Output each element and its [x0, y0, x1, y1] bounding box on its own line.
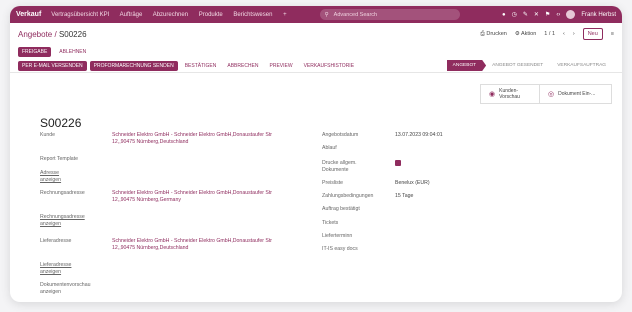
proforma-send-button[interactable]: PROFORMARECHNUNG SENDEN	[89, 60, 178, 71]
status-angebot[interactable]: ANGEBOT	[446, 60, 487, 71]
control-actions: ⎙ Drucken ⚙ Aktion 1 / 1 ‹ › Neu ≡	[480, 28, 614, 40]
new-button[interactable]: Neu	[582, 28, 603, 40]
breadcrumb: Angebote / S00226	[18, 30, 87, 39]
approval-bar: FREIGABE ABLEHNEN	[10, 45, 622, 59]
top-navbar: Verkauf Vertragsübersicht KPI Aufträge A…	[10, 6, 622, 23]
code-icon[interactable]: ‹›	[556, 12, 560, 18]
debug-icon[interactable]: ✕	[534, 11, 539, 18]
user-name[interactable]: Frank Herbst	[581, 12, 616, 18]
confirm-button[interactable]: BESTÄTIGEN	[181, 61, 221, 71]
app-window: Verkauf Vertragsübersicht KPI Aufträge A…	[10, 6, 622, 302]
rechnungsadresse-field[interactable]: Schneider Elektro GmbH - Schneider Elekt…	[112, 190, 292, 204]
status-verkaufsauftrag[interactable]: VERKAUFSAUFTRAG	[551, 60, 614, 71]
main-menu: Vertragsübersicht KPI Aufträge Abzurechn…	[51, 12, 295, 18]
form-sheet: S00226 Kunde Schneider Elektro GmbH - Sc…	[30, 108, 612, 302]
customer-preview-button[interactable]: ◉ Kunden-Vorschau	[481, 85, 539, 103]
auftrag-label: Auftrag bestätigt	[322, 206, 360, 212]
document-label: Dokument Ein-...	[558, 91, 596, 97]
document-button[interactable]: ◎ Dokument Ein-...	[539, 85, 611, 103]
chat-icon[interactable]: ●	[502, 12, 506, 18]
app-brand[interactable]: Verkauf	[16, 11, 41, 18]
ablehnen-button[interactable]: ABLEHNEN	[55, 47, 90, 57]
email-send-button[interactable]: PER E-MAIL VERSENDEN	[18, 60, 87, 71]
angebotsdatum-field[interactable]: 13.07.2023 09:04:01	[395, 132, 443, 139]
report-template-label: Report Template	[40, 156, 78, 162]
lieferterm-label: Lieferterminn	[322, 233, 353, 239]
preisliste-label: Preisliste	[322, 180, 344, 186]
angebotsdatum-label: Angebotsdatum	[322, 132, 359, 138]
search-input[interactable]: Advanced Search	[334, 12, 377, 18]
cancel-button[interactable]: ABBRECHEN	[223, 61, 262, 71]
lieferadresse-label: Lieferadresse	[40, 238, 72, 244]
print-icon: ⎙	[480, 30, 485, 37]
drucke-checkbox[interactable]	[395, 160, 401, 166]
status-bar: ANGEBOT ANGEBOT GESENDET VERKAUFSAUFTRAG	[446, 60, 614, 71]
smart-buttons: ◉ Kunden-Vorschau ◎ Dokument Ein-...	[480, 84, 612, 104]
print-label: Drucken	[486, 30, 507, 37]
itis-label: IT-IS easy docs	[322, 246, 358, 252]
control-panel: Angebote / S00226 ⎙ Drucken ⚙ Aktion 1 /…	[10, 23, 622, 45]
search-icon: ⚲	[324, 11, 329, 18]
action-bar: PER E-MAIL VERSENDEN PROFORMARECHNUNG SE…	[10, 59, 622, 73]
breadcrumb-current: S00226	[58, 29, 87, 39]
menu-item-abzurechnen[interactable]: Abzurechnen	[153, 12, 188, 18]
gear-icon: ⚙	[514, 31, 520, 37]
menu-item-berichtswesen[interactable]: Berichtswesen	[233, 12, 272, 18]
systray: ● ◷ ✎ ✕ ⚑ ‹› Frank Herbst	[502, 10, 616, 19]
zahlungsbedingungen-label: Zahlungsbedingungen	[322, 193, 374, 199]
flag-icon[interactable]: ⚑	[545, 11, 550, 18]
preisliste-field[interactable]: Benelux (EUR)	[395, 180, 430, 187]
breadcrumb-separator: /	[52, 29, 59, 39]
action-button[interactable]: ⚙ Aktion	[515, 31, 536, 37]
page-title: S00226	[40, 116, 82, 130]
eye-icon: ◎	[548, 91, 555, 98]
menu-item-auftraege[interactable]: Aufträge	[120, 12, 143, 18]
pager-next-icon[interactable]: ›	[573, 31, 575, 37]
kunde-label: Kunde	[40, 132, 56, 138]
tools-icon[interactable]: ✎	[523, 11, 528, 18]
sales-history-button[interactable]: VERKAUFSHISTORIE	[300, 61, 358, 71]
rechnungsadresse-link[interactable]: Rechnungsadresse anzeigen	[40, 214, 95, 228]
freigabe-button[interactable]: FREIGABE	[18, 47, 52, 57]
ablauf-label: Ablauf	[322, 145, 337, 151]
tickets-label: Tickets	[322, 220, 339, 226]
rechnungsadresse-label: Rechnungsadresse	[40, 190, 85, 196]
menu-item-produkte[interactable]: Produkte	[199, 12, 223, 18]
pager-prev-icon[interactable]: ‹	[563, 31, 565, 37]
lieferadresse-field[interactable]: Schneider Elektro GmbH - Schneider Elekt…	[112, 238, 292, 252]
menu-icon[interactable]: ≡	[611, 31, 614, 37]
avatar[interactable]	[566, 10, 576, 19]
search-bar[interactable]: ⚲ Advanced Search	[319, 9, 460, 20]
menu-item-add[interactable]: +	[283, 12, 287, 18]
activity-icon[interactable]: ◷	[512, 11, 517, 18]
kunde-field[interactable]: Schneider Elektro GmbH - Schneider Elekt…	[112, 132, 292, 146]
customer-preview-label: Kunden-Vorschau	[499, 88, 520, 100]
pager: 1 / 1	[544, 31, 555, 37]
globe-icon: ◉	[489, 91, 496, 98]
lieferadresse-link[interactable]: Lieferadresse anzeigen	[40, 262, 85, 276]
drucke-label: Drucke allgem. Dokumente	[322, 160, 357, 173]
zahlungsbedingungen-field[interactable]: 15 Tage	[395, 193, 413, 200]
breadcrumb-parent[interactable]: Angebote	[18, 30, 52, 39]
print-button[interactable]: ⎙ Drucken	[480, 31, 506, 38]
dokumentenvorschau-label: Dokumentenvorschau anzeigen	[40, 282, 91, 295]
preview-button[interactable]: PREVIEW	[266, 61, 297, 71]
menu-item-vertrag[interactable]: Vertragsübersicht KPI	[51, 12, 109, 18]
adresse-link[interactable]: Adresse anzeigen	[40, 170, 80, 184]
action-label: Aktion	[521, 31, 537, 37]
status-angebot-gesendet[interactable]: ANGEBOT GESENDET	[486, 60, 551, 71]
